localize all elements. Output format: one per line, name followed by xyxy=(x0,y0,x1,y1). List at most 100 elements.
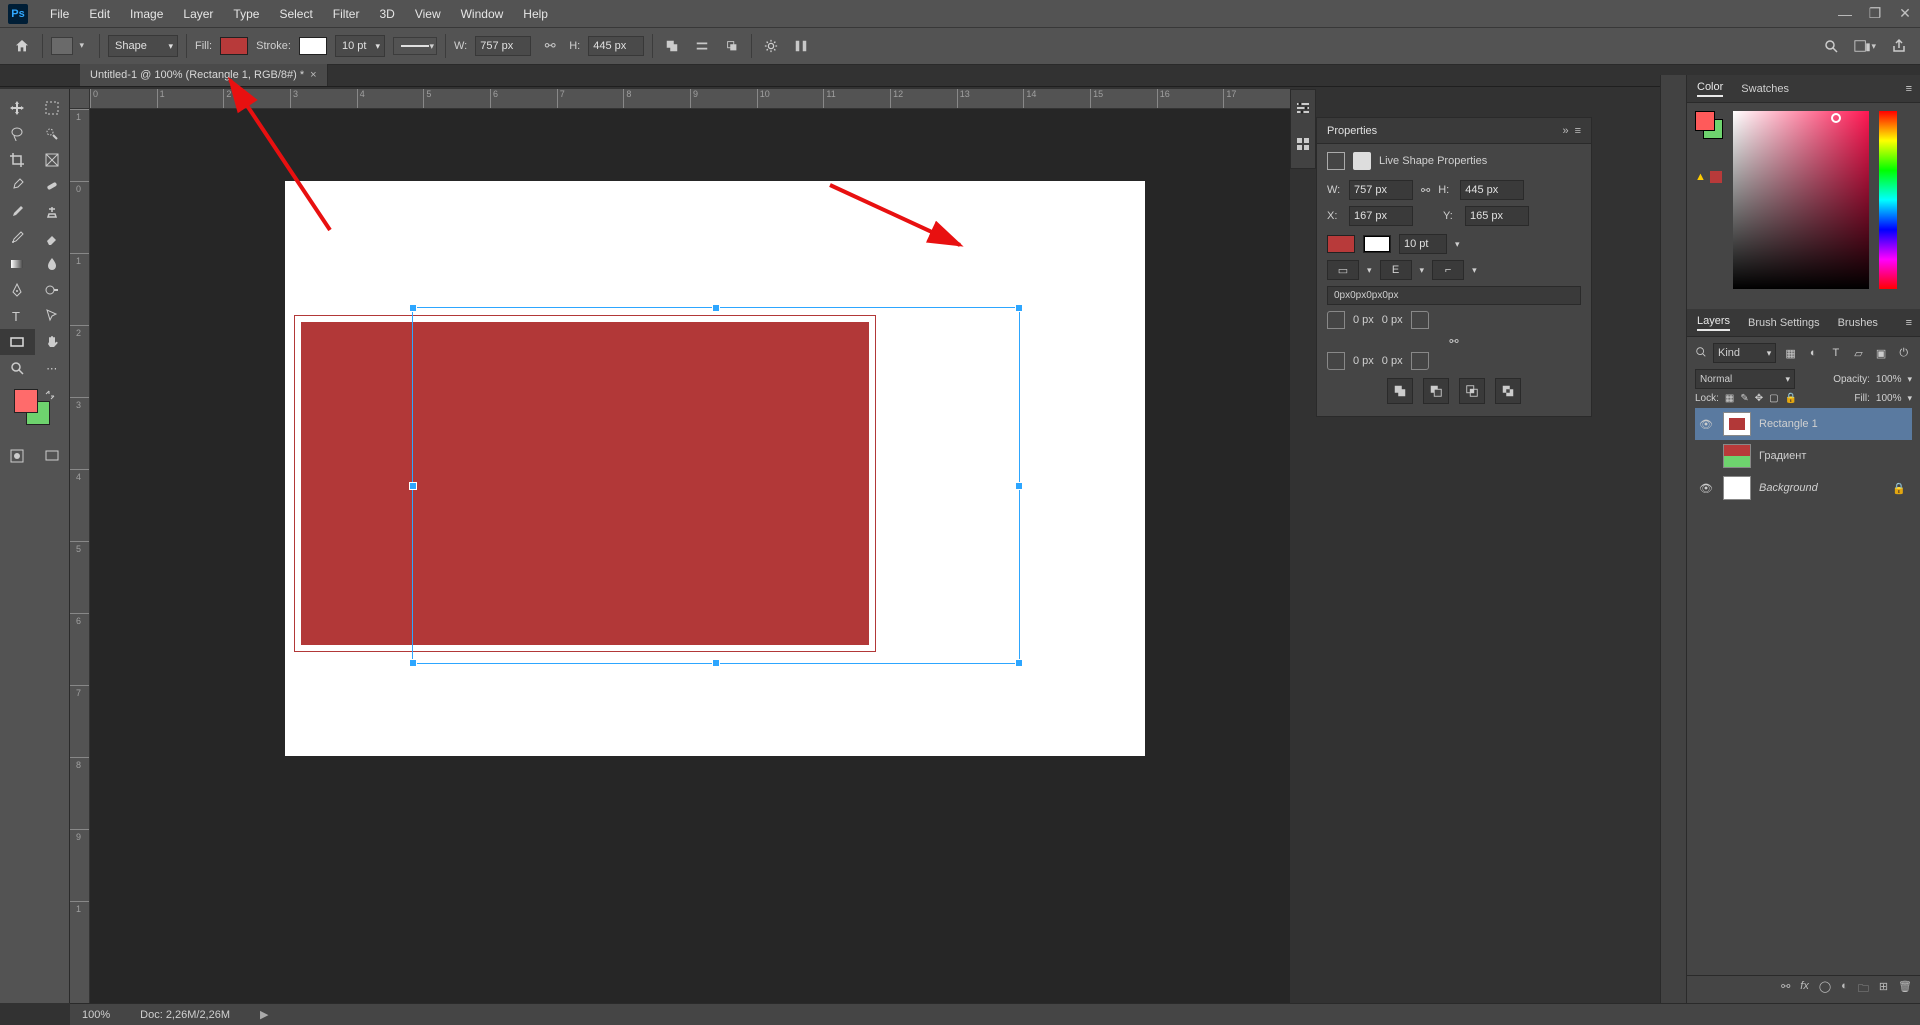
corner-tl-input[interactable]: 0 px xyxy=(1353,314,1374,326)
menu-help[interactable]: Help xyxy=(513,7,558,21)
path-arrangement-button[interactable] xyxy=(721,35,743,57)
layer-item[interactable]: Градиент xyxy=(1695,440,1912,472)
search-icon[interactable] xyxy=(1695,346,1707,361)
vertical-ruler[interactable]: 101234567891 xyxy=(70,109,90,1003)
window-close-button[interactable]: ✕ xyxy=(1890,4,1920,24)
panel-menu-icon[interactable]: ≡ xyxy=(1906,83,1912,95)
menu-type[interactable]: Type xyxy=(223,7,269,21)
pathop-combine-button[interactable] xyxy=(1387,378,1413,404)
document-tab[interactable]: Untitled-1 @ 100% (Rectangle 1, RGB/8#) … xyxy=(80,64,328,86)
collapse-panel-icon[interactable]: » xyxy=(1562,125,1568,137)
filter-pixel-icon[interactable]: ▦ xyxy=(1782,344,1799,362)
clone-stamp-tool[interactable] xyxy=(35,199,70,225)
filter-shape-icon[interactable]: ▱ xyxy=(1850,344,1867,362)
stroke-caps-select[interactable]: E xyxy=(1380,260,1412,280)
prop-stroke-width-input[interactable]: 10 pt xyxy=(1399,234,1447,254)
panel-menu-icon[interactable]: ≡ xyxy=(1906,317,1912,329)
menu-window[interactable]: Window xyxy=(451,7,514,21)
layer-thumbnail[interactable] xyxy=(1723,476,1751,500)
brush-settings-tab[interactable]: Brush Settings xyxy=(1748,317,1820,329)
zoom-level[interactable]: 100% xyxy=(82,1009,110,1021)
hand-tool[interactable] xyxy=(35,329,70,355)
tool-preset-picker[interactable] xyxy=(51,37,73,55)
prop-width-input[interactable]: 757 px xyxy=(1349,180,1413,200)
prop-x-input[interactable]: 167 px xyxy=(1349,206,1413,226)
new-adjustment-icon[interactable]: ◐ xyxy=(1841,980,1848,999)
blur-tool[interactable] xyxy=(35,251,70,277)
menu-image[interactable]: Image xyxy=(120,7,173,21)
document-info[interactable]: Doc: 2,26M/2,26M xyxy=(140,1009,230,1021)
link-dimensions-icon[interactable]: ⚯ xyxy=(539,35,561,57)
edit-toolbar-button[interactable]: ⋯ xyxy=(35,355,70,381)
menu-filter[interactable]: Filter xyxy=(323,7,370,21)
width-input[interactable]: 757 px xyxy=(475,36,531,56)
dodge-tool[interactable] xyxy=(35,277,70,303)
lock-position-icon[interactable]: ✥ xyxy=(1755,393,1763,404)
color-panel-fg-swatch[interactable] xyxy=(1695,111,1715,131)
menu-view[interactable]: View xyxy=(405,7,451,21)
swap-colors-icon[interactable] xyxy=(44,389,56,401)
stroke-style-select[interactable] xyxy=(393,37,437,55)
zoom-tool[interactable] xyxy=(0,355,35,381)
layer-filter-kind-select[interactable]: Kind xyxy=(1713,343,1776,363)
lasso-tool[interactable] xyxy=(0,121,35,147)
layer-thumbnail[interactable] xyxy=(1723,412,1751,436)
layer-fx-icon[interactable]: fx xyxy=(1800,980,1809,999)
opacity-value[interactable]: 100% xyxy=(1876,374,1902,385)
window-minimize-button[interactable]: — xyxy=(1830,4,1860,24)
new-layer-icon[interactable]: ⊞ xyxy=(1879,980,1888,999)
foreground-background-colors[interactable] xyxy=(14,389,54,429)
layers-tab[interactable]: Layers xyxy=(1697,315,1730,331)
layer-name[interactable]: Background xyxy=(1759,482,1818,494)
history-brush-tool[interactable] xyxy=(0,225,35,251)
workspace-switcher-button[interactable]: ▾ xyxy=(1854,35,1876,57)
align-edges-button[interactable] xyxy=(790,35,812,57)
search-icon[interactable] xyxy=(1820,35,1842,57)
path-operations-button[interactable] xyxy=(661,35,683,57)
type-tool[interactable]: T xyxy=(0,303,35,329)
prop-fill-swatch[interactable] xyxy=(1327,235,1355,253)
color-field-picker[interactable] xyxy=(1733,111,1869,289)
window-restore-button[interactable]: ❐ xyxy=(1860,4,1890,24)
filter-smart-icon[interactable]: ▣ xyxy=(1873,344,1890,362)
gamut-warning-icon[interactable]: ▲ xyxy=(1695,171,1706,183)
adjustments-panel-icon[interactable] xyxy=(1291,90,1315,126)
layer-visibility-icon[interactable]: 👁 xyxy=(1699,418,1715,431)
filter-type-icon[interactable]: T xyxy=(1828,344,1845,362)
pen-tool[interactable] xyxy=(0,277,35,303)
filter-adjustment-icon[interactable]: ◐ xyxy=(1805,344,1822,362)
blend-mode-select[interactable]: Normal xyxy=(1695,369,1795,389)
eraser-tool[interactable] xyxy=(35,225,70,251)
pathop-intersect-button[interactable] xyxy=(1459,378,1485,404)
link-corners-icon[interactable]: ⚯ xyxy=(1449,336,1458,348)
prop-height-input[interactable]: 445 px xyxy=(1460,180,1524,200)
fill-opacity-value[interactable]: 100% xyxy=(1876,393,1902,404)
menu-edit[interactable]: Edit xyxy=(79,7,120,21)
color-tab[interactable]: Color xyxy=(1697,81,1723,97)
menu-file[interactable]: File xyxy=(40,7,79,21)
shape-mode-select[interactable]: Shape xyxy=(108,35,178,57)
fill-color-swatch[interactable] xyxy=(220,37,248,55)
styles-panel-icon[interactable] xyxy=(1291,126,1315,162)
color-panel-swatches[interactable] xyxy=(1695,111,1723,139)
document-canvas[interactable] xyxy=(285,181,1145,756)
pathop-subtract-button[interactable] xyxy=(1423,378,1449,404)
menu-3d[interactable]: 3D xyxy=(369,7,404,21)
swatches-tab[interactable]: Swatches xyxy=(1741,83,1789,95)
layer-item[interactable]: 👁 Rectangle 1 xyxy=(1695,408,1912,440)
path-selection-tool[interactable] xyxy=(35,303,70,329)
gear-icon[interactable] xyxy=(760,35,782,57)
link-layers-icon[interactable]: ⚯ xyxy=(1781,980,1790,999)
gradient-tool[interactable] xyxy=(0,251,35,277)
stroke-align-select[interactable]: ▭ xyxy=(1327,260,1359,280)
rectangular-marquee-tool[interactable] xyxy=(35,95,70,121)
home-button[interactable] xyxy=(10,34,34,58)
panel-menu-icon[interactable]: ≡ xyxy=(1575,125,1581,137)
screen-mode-button[interactable] xyxy=(35,443,70,469)
stroke-color-swatch[interactable] xyxy=(299,37,327,55)
lock-transparency-icon[interactable]: ▦ xyxy=(1725,393,1734,404)
document-info-menu-icon[interactable]: ▶ xyxy=(260,1008,268,1021)
stroke-width-input[interactable]: 10 pt xyxy=(335,35,385,57)
move-tool[interactable] xyxy=(0,95,35,121)
close-tab-icon[interactable]: × xyxy=(310,69,316,81)
